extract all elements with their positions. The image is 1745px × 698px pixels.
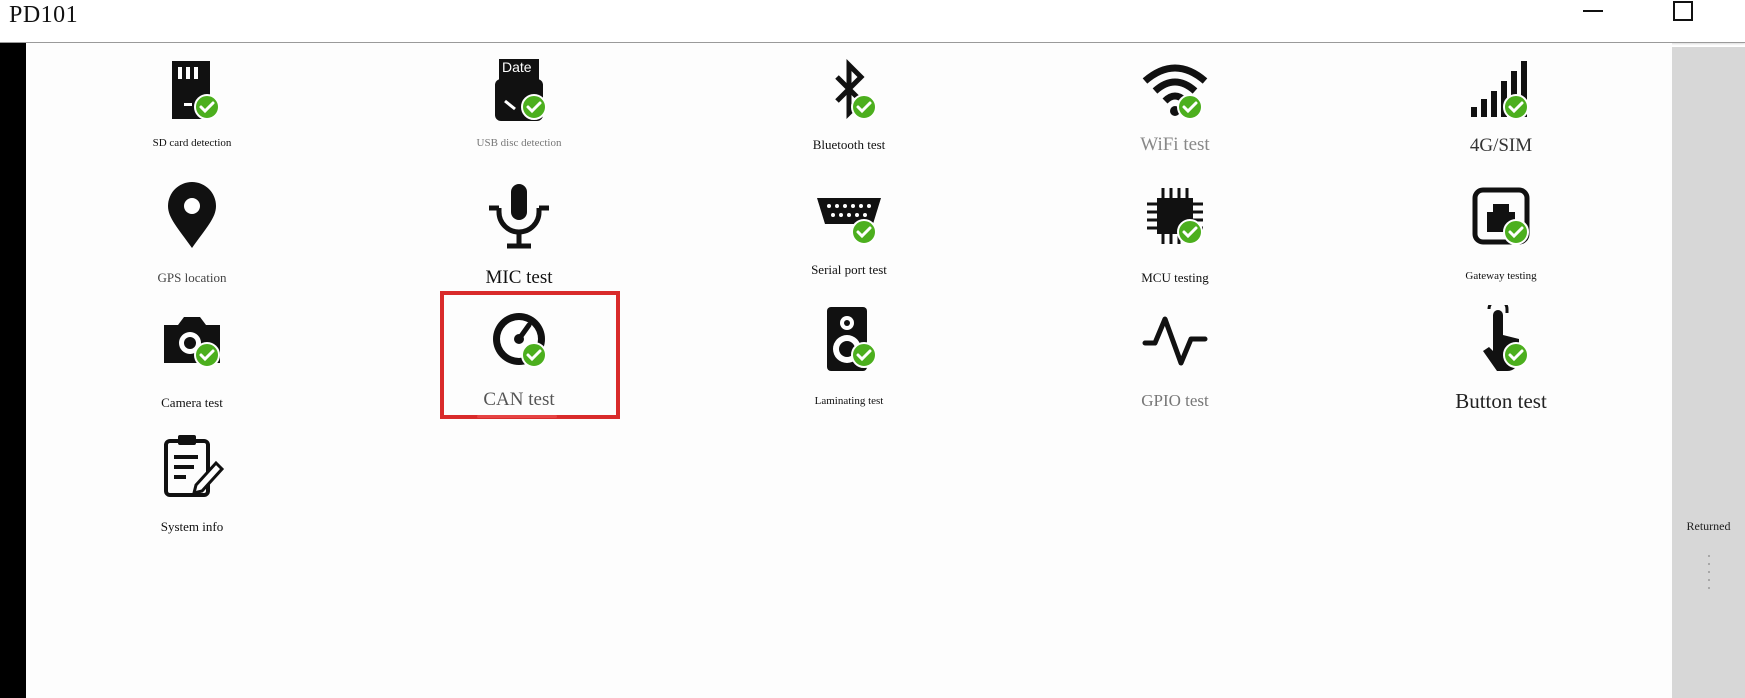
returned-label[interactable]: Returned [1672,519,1745,534]
test-label: SD card detection [152,137,232,149]
test-label: System info [160,519,224,534]
test-tile-usb-disc[interactable]: Date USB disc detection [429,57,609,167]
left-black-bar [0,43,26,698]
test-tile-gpio[interactable]: GPIO test [1085,305,1265,415]
check-icon [1503,94,1529,120]
test-label: Serial port test [811,262,887,277]
test-tile-laminating[interactable]: Laminating test [759,305,939,415]
test-tile-can[interactable]: CAN test [429,305,609,415]
test-tile-bluetooth[interactable]: Bluetooth test [759,57,939,167]
test-tile-system-info[interactable]: System info [102,433,282,543]
window-title: PD101 [9,2,79,28]
test-label: Button test [1455,389,1547,413]
test-tile-gateway[interactable]: Gateway testing [1411,182,1591,292]
title-bar: PD101 [0,0,1745,43]
test-label: USB disc detection [476,137,562,149]
usb-icon-text: Date [502,59,532,75]
check-icon [1503,342,1529,368]
check-icon [194,342,220,368]
waveform-icon [1141,305,1209,373]
test-label: 4G/SIM [1469,135,1533,156]
minimize-button[interactable] [1574,0,1614,40]
check-icon [1177,94,1203,120]
maximize-button[interactable] [1664,0,1704,40]
test-label: Bluetooth test [812,137,886,152]
test-label: Gateway testing [1465,270,1537,282]
test-label: MIC test [485,267,553,288]
check-icon [521,94,547,120]
test-label: MCU testing [1141,270,1209,285]
test-tile-wifi[interactable]: WiFi test [1085,57,1265,167]
test-tile-camera[interactable]: Camera test [102,305,282,415]
check-icon [1503,219,1529,245]
maximize-icon [1673,1,1693,21]
test-tile-gps[interactable]: GPS location [102,182,282,292]
clipboard-edit-icon [158,433,226,501]
test-tile-4g-sim[interactable]: 4G/SIM [1411,57,1591,167]
test-label: Laminating test [814,395,884,407]
check-icon [1177,219,1203,245]
test-tile-mcu[interactable]: MCU testing [1085,182,1265,292]
location-pin-icon [158,182,226,250]
test-tile-sd-card[interactable]: SD card detection [102,57,282,167]
underline-mark [477,415,557,418]
test-tile-button[interactable]: Button test [1411,305,1591,415]
check-icon [851,342,877,368]
test-label: CAN test [483,389,555,410]
side-panel[interactable]: Returned [1672,47,1745,698]
check-icon [194,94,220,120]
more-options-icon[interactable] [1705,555,1713,595]
test-label: Camera test [161,395,223,410]
check-icon [851,94,877,120]
minimize-icon [1583,10,1603,12]
test-label: GPIO test [1141,391,1209,410]
test-tile-mic[interactable]: MIC test [429,182,609,292]
check-icon [851,219,877,245]
test-label: WiFi test [1140,134,1210,155]
test-tile-serial-port[interactable]: Serial port test [759,182,939,292]
check-icon [521,342,547,368]
microphone-icon [485,182,553,250]
test-label: GPS location [157,270,227,285]
